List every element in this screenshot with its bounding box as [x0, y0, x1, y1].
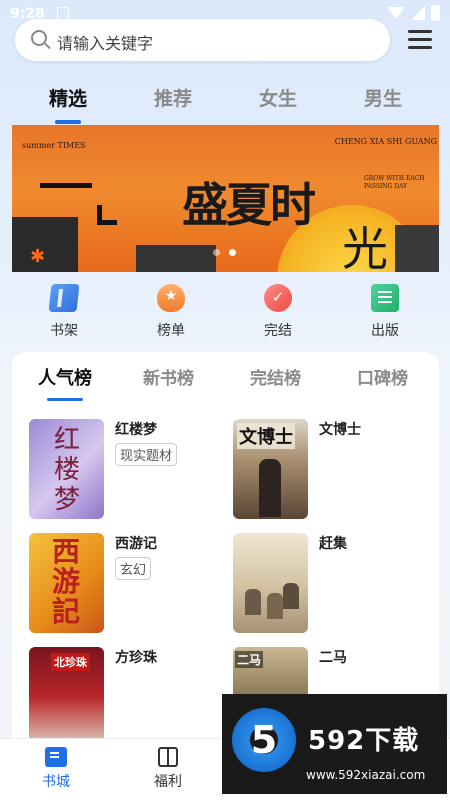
carousel-dot[interactable]	[213, 249, 220, 256]
book-cover[interactable]: 北珍珠	[29, 647, 104, 747]
carousel-dots	[213, 249, 236, 256]
book-icon	[45, 747, 67, 767]
book-tag: 现实题材	[115, 443, 178, 466]
finished-icon	[264, 284, 292, 312]
quick-nav-label: 榜单	[157, 323, 185, 339]
bottom-nav-welfare[interactable]: 福利	[138, 747, 198, 791]
book-title[interactable]: 西游记	[115, 533, 157, 553]
book-cover[interactable]: 文博士	[233, 419, 308, 519]
carousel-dot-active[interactable]	[229, 249, 236, 256]
bottom-nav-label: 福利	[154, 774, 182, 790]
quick-nav-label: 完结	[264, 323, 292, 339]
search-bar[interactable]: 请输入关键字	[15, 19, 390, 61]
menu-icon[interactable]	[408, 30, 432, 50]
ranking-icon	[157, 284, 185, 312]
book-item[interactable]: 文博士 文博士	[233, 419, 433, 524]
quick-nav-label: 出版	[371, 323, 399, 339]
bottom-nav-label: 书城	[42, 774, 70, 790]
tab-male[interactable]: 男生	[343, 84, 423, 111]
watermark-title: 592下载	[308, 726, 420, 756]
gift-icon	[158, 747, 178, 767]
battery-icon	[431, 5, 440, 21]
quick-nav-publish[interactable]: 出版	[355, 284, 415, 340]
tab-underline	[55, 120, 81, 124]
rank-tab-new[interactable]: 新书榜	[143, 364, 194, 389]
rank-tab-underline	[47, 398, 83, 401]
rank-tab-finished[interactable]: 完结榜	[250, 364, 301, 389]
book-tag: 玄幻	[115, 557, 152, 580]
watermark-url: www.592xiazai.com	[306, 768, 426, 782]
rank-tab-popular[interactable]: 人气榜	[38, 364, 92, 390]
publish-icon	[371, 284, 399, 312]
rank-tabs: 人气榜 新书榜 完结榜 口碑榜	[12, 364, 439, 398]
quick-nav-bookshelf[interactable]: 书架	[34, 284, 94, 340]
book-title[interactable]: 红楼梦	[115, 419, 157, 439]
book-cover[interactable]: 红楼梦	[29, 419, 104, 519]
book-title[interactable]: 文博士	[319, 419, 361, 439]
bookshelf-icon	[48, 284, 80, 312]
search-placeholder: 请输入关键字	[57, 34, 154, 53]
book-item[interactable]: 西游記 西游记 玄幻	[29, 533, 229, 638]
signal-icon	[411, 6, 425, 20]
book-item[interactable]: 红楼梦 红楼梦 现实题材	[29, 419, 229, 524]
quick-nav: 书架 榜单 完结 出版	[0, 284, 450, 344]
bottom-nav-bookstore[interactable]: 书城	[26, 747, 86, 791]
status-icons	[387, 5, 440, 21]
book-item[interactable]: 赶集	[233, 533, 433, 638]
tab-featured[interactable]: 精选	[28, 84, 108, 111]
quick-nav-finished[interactable]: 完结	[248, 284, 308, 340]
book-cover[interactable]: 西游記	[29, 533, 104, 633]
banner-building	[136, 245, 216, 272]
watermark: 5 592下载 www.592xiazai.com	[222, 694, 447, 794]
wifi-icon	[387, 7, 405, 19]
book-title[interactable]: 赶集	[319, 533, 347, 553]
watermark-logo: 5	[232, 708, 296, 772]
banner-title: 盛夏时	[182, 178, 316, 232]
book-cover[interactable]	[233, 533, 308, 633]
banner-small-left: summer TIMES	[22, 141, 86, 150]
book-item[interactable]: 北珍珠 方珍珠	[29, 647, 229, 752]
tab-female[interactable]: 女生	[238, 84, 318, 111]
banner-building	[395, 225, 439, 272]
tab-recommended[interactable]: 推荐	[133, 84, 213, 111]
book-title[interactable]: 二马	[319, 647, 347, 667]
star-icon: ✱	[30, 246, 46, 267]
banner-small-right: CHENG XIA SHI GUANG	[334, 137, 437, 146]
book-title[interactable]: 方珍珠	[115, 647, 157, 667]
quick-nav-ranking[interactable]: 榜单	[141, 284, 201, 340]
banner-decoration	[40, 183, 92, 213]
search-icon	[31, 30, 47, 46]
rank-tab-reputation[interactable]: 口碑榜	[357, 364, 408, 389]
banner-title-second: 光	[342, 222, 388, 272]
category-tabs: 精选 推荐 女生 男生	[0, 84, 450, 124]
banner-small-mid: GROW WITH EACH PASSING DAY	[364, 175, 425, 190]
quick-nav-label: 书架	[50, 323, 78, 339]
banner-decoration	[97, 205, 117, 225]
ranking-card: 人气榜 新书榜 完结榜 口碑榜 红楼梦 红楼梦 现实题材 文博士 文博士 西游記…	[12, 352, 439, 752]
